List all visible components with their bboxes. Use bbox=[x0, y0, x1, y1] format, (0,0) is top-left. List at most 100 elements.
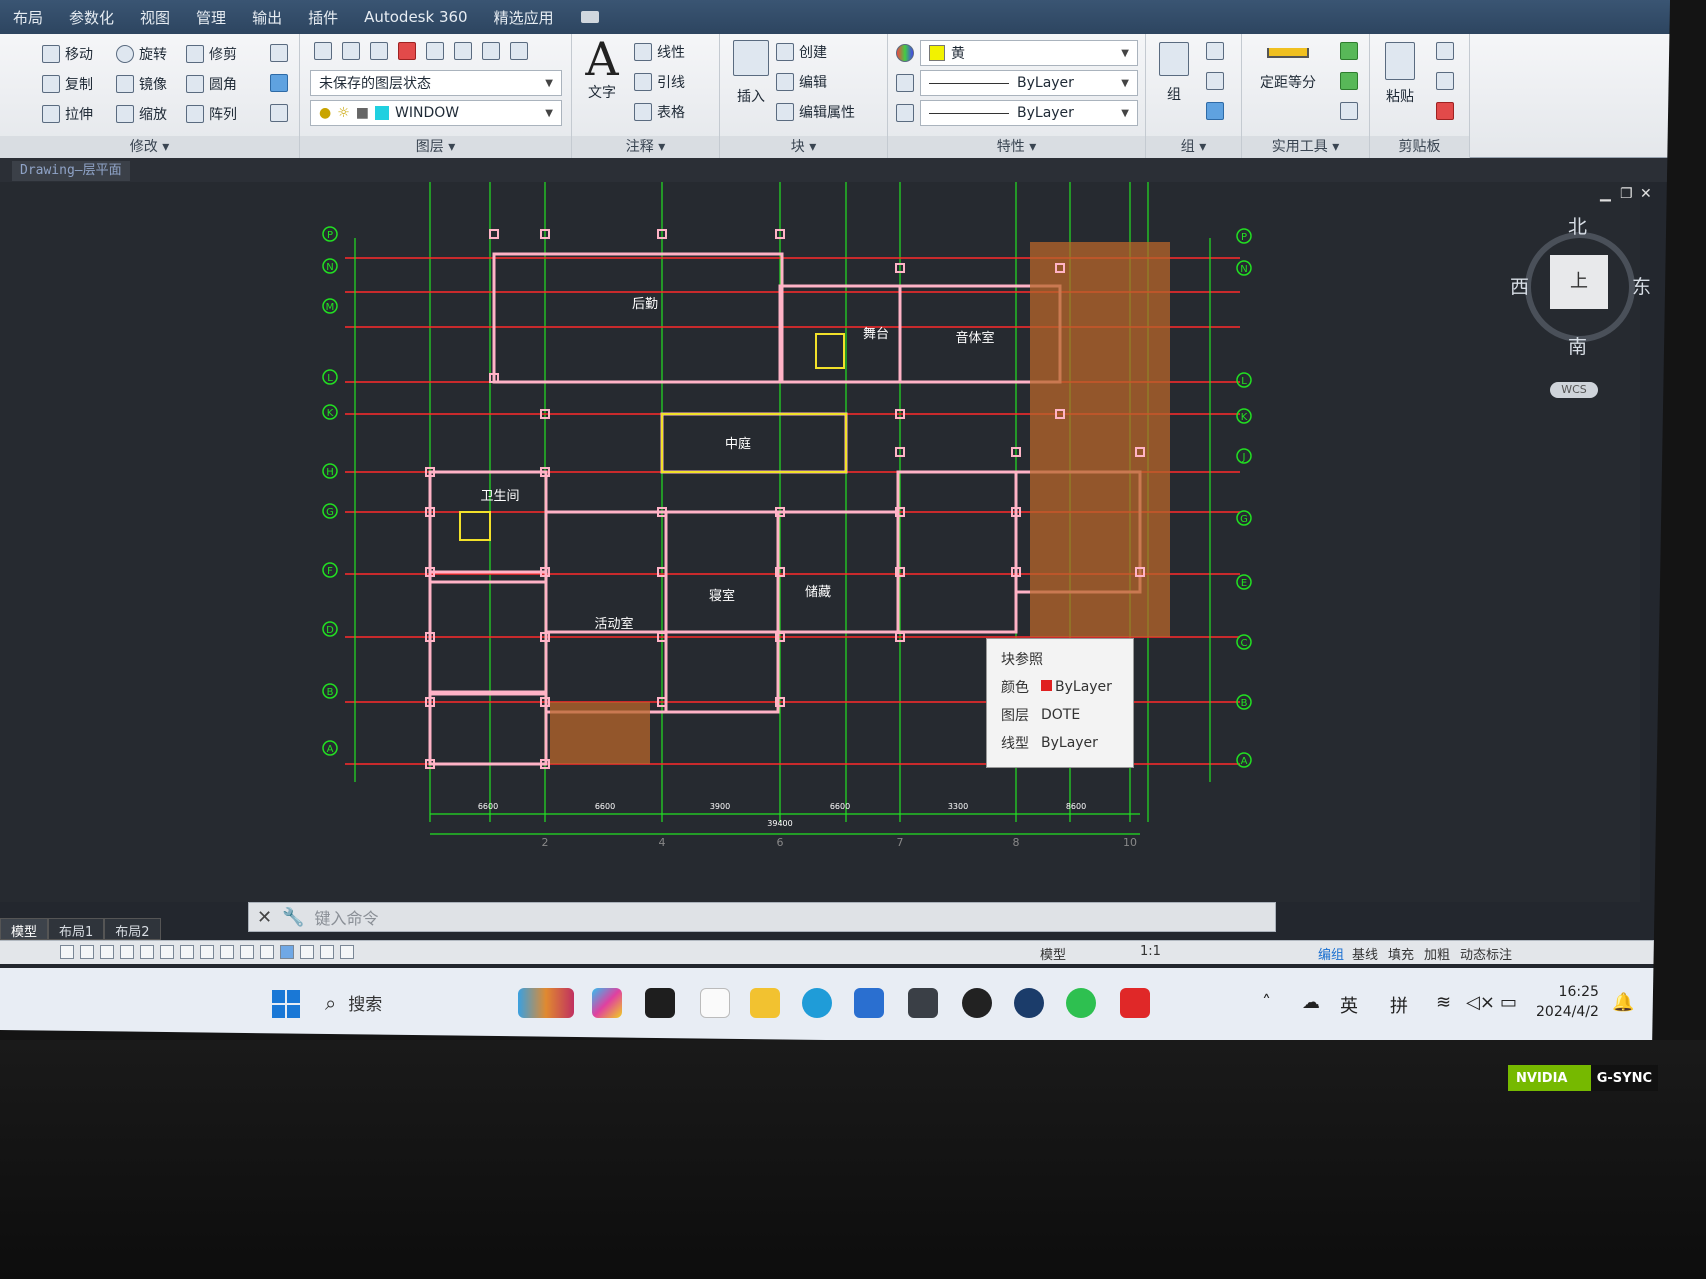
selection-cycling-icon[interactable] bbox=[320, 945, 334, 959]
menu-item-autodesk-360[interactable]: Autodesk 360 bbox=[353, 8, 478, 26]
viewcube-north[interactable]: 北 bbox=[1568, 212, 1587, 239]
group-select-icon[interactable] bbox=[1206, 102, 1224, 120]
layer-merge-icon[interactable] bbox=[510, 42, 528, 60]
table-button[interactable]: 表格 bbox=[634, 102, 685, 122]
menu-item-layout[interactable]: 布局 bbox=[2, 7, 54, 28]
wifi-icon[interactable]: ≋ bbox=[1436, 992, 1451, 1013]
calculator-icon[interactable] bbox=[1340, 102, 1358, 120]
lwt-icon[interactable] bbox=[220, 945, 234, 959]
panel-title-clipboard[interactable]: 剪贴板 bbox=[1370, 136, 1469, 158]
move-button[interactable]: 移动 bbox=[42, 44, 93, 64]
fillet-button[interactable]: 圆角 bbox=[186, 74, 237, 94]
ime-lang[interactable]: 英 bbox=[1340, 992, 1358, 1018]
command-input[interactable]: 键入命令 bbox=[315, 905, 379, 929]
otrack-icon[interactable] bbox=[160, 945, 174, 959]
osnap-icon[interactable] bbox=[140, 945, 154, 959]
copy-button[interactable]: 复制 bbox=[42, 74, 93, 94]
qp-icon[interactable] bbox=[260, 945, 274, 959]
layer-state-dropdown[interactable]: 未保存的图层状态 ▼ bbox=[310, 70, 562, 96]
file-explorer-icon[interactable] bbox=[750, 988, 780, 1018]
windows-start-icon[interactable] bbox=[272, 990, 300, 1018]
panel-title-groups[interactable]: 组 ▾ bbox=[1146, 136, 1241, 158]
linetype-dropdown[interactable]: ByLayer ▼ bbox=[920, 70, 1138, 96]
viewcube-west[interactable]: 西 bbox=[1510, 272, 1529, 299]
dyn-icon[interactable] bbox=[200, 945, 214, 959]
edge-icon[interactable] bbox=[802, 988, 832, 1018]
menu-item-output[interactable]: 输出 bbox=[241, 7, 293, 28]
ime-mode[interactable]: 拼 bbox=[1390, 992, 1408, 1018]
video-icon[interactable] bbox=[580, 11, 599, 23]
store-icon[interactable] bbox=[854, 988, 884, 1018]
polar-icon[interactable] bbox=[120, 945, 134, 959]
widgets-icon[interactable] bbox=[518, 988, 574, 1018]
autocad-icon[interactable] bbox=[1120, 988, 1150, 1018]
panel-title-properties[interactable]: 特性 ▾ bbox=[888, 136, 1145, 158]
panel-title-block[interactable]: 块 ▾ bbox=[720, 136, 887, 158]
am-icon[interactable] bbox=[300, 945, 314, 959]
layer-freeze-icon[interactable] bbox=[426, 42, 444, 60]
tab-layout2[interactable]: 布局2 bbox=[104, 918, 161, 940]
wrench-icon[interactable]: 🔧 bbox=[282, 907, 304, 928]
model-space-label[interactable]: 模型 bbox=[1040, 944, 1066, 963]
rotate-button[interactable]: 旋转 bbox=[116, 44, 167, 64]
menu-item-view[interactable]: 视图 bbox=[129, 7, 181, 28]
minimize-icon[interactable]: ▁ bbox=[1600, 186, 1611, 202]
trim-button[interactable]: 修剪 bbox=[186, 44, 237, 64]
add-icon[interactable] bbox=[340, 945, 354, 959]
tab-layout1[interactable]: 布局1 bbox=[48, 918, 105, 940]
layer-walk-icon[interactable] bbox=[482, 42, 500, 60]
viewcube-top-face[interactable]: 上 bbox=[1550, 255, 1608, 309]
layer-properties-icon[interactable] bbox=[314, 42, 332, 60]
menu-item-plugins[interactable]: 插件 bbox=[297, 7, 349, 28]
wcs-menu[interactable]: WCS bbox=[1550, 382, 1598, 398]
chevron-up-icon[interactable]: ˄ bbox=[1262, 992, 1271, 1013]
qq-icon[interactable] bbox=[962, 988, 992, 1018]
layer-off-icon[interactable] bbox=[398, 42, 416, 60]
copilot-icon[interactable] bbox=[592, 988, 622, 1018]
taskbar-search[interactable]: ⌕ 搜索 bbox=[325, 990, 382, 1016]
close-icon[interactable]: ✕ bbox=[257, 907, 272, 928]
linear-dim-button[interactable]: 线性 bbox=[634, 42, 685, 62]
edit-block-button[interactable]: 编辑 bbox=[776, 72, 827, 92]
notification-bell-icon[interactable]: 🔔 bbox=[1612, 992, 1634, 1013]
panel-title-modify[interactable]: 修改 ▾ bbox=[0, 136, 299, 158]
cloud-icon[interactable]: ☁ bbox=[1302, 992, 1320, 1013]
ducs-icon[interactable] bbox=[180, 945, 194, 959]
viewcube-south[interactable]: 南 bbox=[1568, 332, 1587, 359]
text-button[interactable]: A 文字 bbox=[580, 36, 624, 102]
document-tab[interactable]: Drawing—层平面 bbox=[12, 161, 130, 181]
cut-icon[interactable] bbox=[1436, 42, 1454, 60]
match-properties-icon[interactable] bbox=[896, 44, 914, 62]
ungroup-icon[interactable] bbox=[1206, 42, 1224, 60]
toggle-fill[interactable]: 填充 bbox=[1388, 944, 1414, 963]
current-layer-dropdown[interactable]: ● ☼ ■ WINDOW ▼ bbox=[310, 100, 562, 126]
panel-title-annotation[interactable]: 注释 ▾ bbox=[572, 136, 719, 158]
layer-isolate-icon[interactable] bbox=[370, 42, 388, 60]
snap-icon[interactable] bbox=[60, 945, 74, 959]
copy-base-icon[interactable] bbox=[1436, 102, 1454, 120]
toggle-dynamic-dim[interactable]: 动态标注 bbox=[1460, 944, 1512, 963]
viewcube-east[interactable]: 东 bbox=[1632, 272, 1651, 299]
color-dropdown[interactable]: 黄 ▼ bbox=[920, 40, 1138, 66]
sc-icon[interactable] bbox=[280, 945, 294, 959]
taskbar-clock[interactable]: 16:25 2024/4/2 bbox=[1536, 982, 1599, 1022]
paste-button[interactable]: 粘贴 bbox=[1378, 42, 1422, 106]
grid-icon[interactable] bbox=[80, 945, 94, 959]
drawing-canvas[interactable]: P N M L K H G F D B A P N L K J G E C B A 2 4 6 7 8 10 6600 6600 3900… bbox=[0, 182, 1652, 902]
annotation-scale[interactable]: 1:1 bbox=[1140, 944, 1161, 959]
menu-item-manage[interactable]: 管理 bbox=[185, 7, 237, 28]
task-view-icon[interactable] bbox=[645, 988, 675, 1018]
stretch-button[interactable]: 拉伸 bbox=[42, 104, 93, 124]
ortho-icon[interactable] bbox=[100, 945, 114, 959]
scale-button[interactable]: 缩放 bbox=[116, 104, 167, 124]
steam-icon[interactable] bbox=[1014, 988, 1044, 1018]
erase-button[interactable] bbox=[270, 44, 288, 62]
copy-clip-icon[interactable] bbox=[1436, 72, 1454, 90]
lineweight-dropdown[interactable]: ByLayer ▼ bbox=[920, 100, 1138, 126]
create-block-button[interactable]: 创建 bbox=[776, 42, 827, 62]
mirror-button[interactable]: 镜像 bbox=[116, 74, 167, 94]
wechat-icon[interactable] bbox=[1066, 988, 1096, 1018]
id-point-icon[interactable] bbox=[1340, 42, 1358, 60]
notepad-icon[interactable] bbox=[700, 988, 730, 1018]
measure-button[interactable]: 定距等分 bbox=[1250, 42, 1326, 92]
